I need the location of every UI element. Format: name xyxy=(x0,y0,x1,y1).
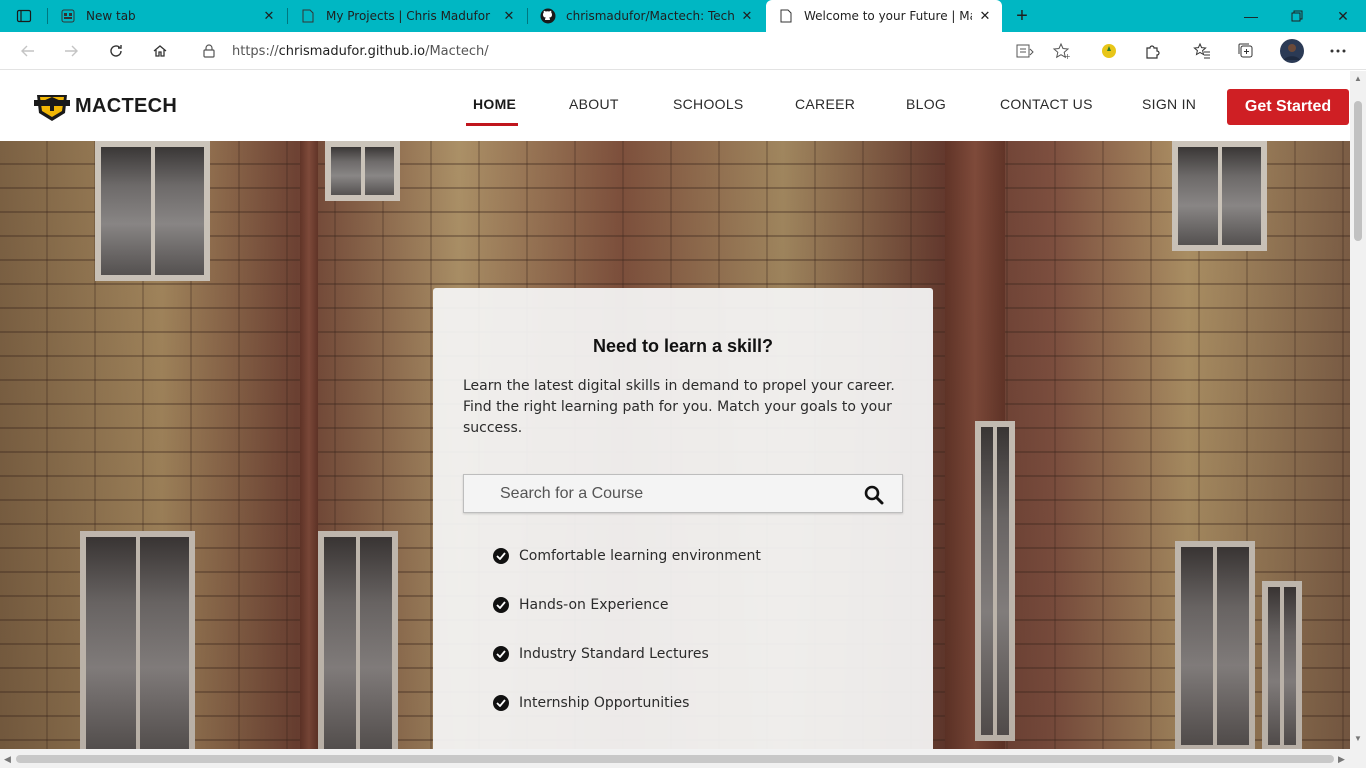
lock-icon[interactable] xyxy=(194,44,224,58)
check-circle-icon xyxy=(493,597,509,613)
site-logo[interactable]: MACTECH xyxy=(33,89,177,123)
refresh-icon[interactable] xyxy=(101,36,131,66)
feature-item: Hands-on Experience xyxy=(493,597,668,613)
feature-label: Hands-on Experience xyxy=(519,597,669,613)
page-icon xyxy=(300,8,316,24)
vertical-scroll-thumb[interactable] xyxy=(1354,101,1362,241)
tab-mactech-active[interactable]: Welcome to your Future | Mactec ✕ xyxy=(766,0,1002,32)
active-nav-indicator xyxy=(466,123,518,126)
feature-item: Internship Opportunities xyxy=(493,695,689,711)
scroll-down-arrow-icon[interactable]: ▼ xyxy=(1354,735,1362,743)
tab-actions-icon[interactable] xyxy=(8,4,40,28)
feature-label: Comfortable learning environment xyxy=(519,548,761,564)
add-favorite-star-icon[interactable]: + xyxy=(1046,36,1076,66)
nav-sign-in[interactable]: SIGN IN xyxy=(1142,96,1196,112)
extension-coin-icon[interactable] xyxy=(1094,36,1124,66)
nav-about[interactable]: ABOUT xyxy=(569,96,619,112)
nav-schools[interactable]: SCHOOLS xyxy=(673,96,744,112)
tab-new-tab[interactable]: New tab ✕ xyxy=(48,0,286,32)
hero-card-title: Need to learn a skill? xyxy=(592,336,774,356)
scroll-up-arrow-icon[interactable]: ▲ xyxy=(1354,75,1362,83)
check-circle-icon xyxy=(493,548,509,564)
tab-my-projects[interactable]: My Projects | Chris Madufor ✕ xyxy=(288,0,526,32)
new-tab-page-icon xyxy=(60,8,76,24)
home-icon[interactable] xyxy=(145,36,175,66)
close-tab-icon[interactable]: ✕ xyxy=(260,7,278,25)
vertical-scrollbar[interactable]: ▲ ▼ xyxy=(1350,71,1366,749)
tab-strip: New tab ✕ My Projects | Chris Madufor ✕ … xyxy=(0,0,1366,32)
page-icon xyxy=(778,8,794,24)
horizontal-scrollbar[interactable]: ◀ ▶ xyxy=(0,749,1350,768)
feature-item: Comfortable learning environment xyxy=(493,548,761,564)
course-search-box xyxy=(463,474,903,513)
tab-github-mactech[interactable]: chrismadufor/Mactech: Techacad ✕ xyxy=(528,0,764,32)
feature-item: Industry Standard Lectures xyxy=(493,646,709,662)
nav-blog[interactable]: BLOG xyxy=(906,96,946,112)
page-viewport: MACTECH HOME ABOUT SCHOOLS CAREER BLOG C… xyxy=(0,71,1350,749)
check-circle-icon xyxy=(493,695,509,711)
new-tab-icon[interactable]: + xyxy=(1010,4,1034,28)
back-arrow-icon[interactable] xyxy=(13,36,43,66)
hero-background-image: Need to learn a skill? Learn the latest … xyxy=(0,141,1350,749)
nav-home[interactable]: HOME xyxy=(473,96,516,112)
github-icon xyxy=(540,8,556,24)
close-window-icon[interactable]: ✕ xyxy=(1320,0,1366,32)
tab-title: New tab xyxy=(86,9,136,23)
close-tab-icon[interactable]: ✕ xyxy=(738,7,756,25)
nav-contact-us[interactable]: CONTACT US xyxy=(1000,96,1093,112)
logo-badge-icon xyxy=(33,89,71,123)
collections-icon[interactable] xyxy=(1231,36,1261,66)
url-text: https://chrismadufor.github.io/Mactech/ xyxy=(232,43,489,59)
hero-card-description: Learn the latest digital skills in deman… xyxy=(463,378,895,436)
feature-label: Industry Standard Lectures xyxy=(519,646,709,662)
close-tab-icon[interactable]: ✕ xyxy=(976,7,994,25)
search-icon[interactable] xyxy=(864,485,884,505)
close-tab-icon[interactable]: ✕ xyxy=(500,7,518,25)
svg-text:+: + xyxy=(1064,52,1070,60)
course-search-input[interactable] xyxy=(500,484,840,503)
site-header: MACTECH HOME ABOUT SCHOOLS CAREER BLOG C… xyxy=(0,71,1350,141)
feature-label: Internship Opportunities xyxy=(519,695,690,711)
address-bar[interactable]: https://chrismadufor.github.io/Mactech/ xyxy=(188,36,1080,66)
more-options-icon[interactable] xyxy=(1323,36,1353,66)
favorites-icon[interactable] xyxy=(1187,36,1217,66)
scroll-left-arrow-icon[interactable]: ◀ xyxy=(4,754,11,765)
hero-card: Need to learn a skill? Learn the latest … xyxy=(433,288,933,749)
brand-name: MACTECH xyxy=(75,94,178,117)
tab-title: My Projects | Chris Madufor xyxy=(326,9,490,23)
horizontal-scroll-thumb[interactable] xyxy=(16,755,1334,763)
tab-title: Welcome to your Future | Mactec xyxy=(804,9,972,23)
check-circle-icon xyxy=(493,646,509,662)
get-started-button[interactable]: Get Started xyxy=(1227,89,1349,125)
immersive-reader-icon[interactable] xyxy=(1010,36,1040,66)
minimize-icon[interactable]: — xyxy=(1228,0,1274,32)
scroll-right-arrow-icon[interactable]: ▶ xyxy=(1338,754,1345,765)
nav-career[interactable]: CAREER xyxy=(795,96,855,112)
forward-arrow-icon[interactable] xyxy=(56,36,86,66)
profile-avatar[interactable] xyxy=(1277,36,1307,66)
restore-icon[interactable] xyxy=(1274,0,1320,32)
scrollbar-corner xyxy=(1350,749,1366,768)
address-bar-row: https://chrismadufor.github.io/Mactech/ … xyxy=(0,32,1366,70)
extensions-puzzle-icon[interactable] xyxy=(1138,36,1168,66)
tab-title: chrismadufor/Mactech: Techacad xyxy=(566,9,734,23)
